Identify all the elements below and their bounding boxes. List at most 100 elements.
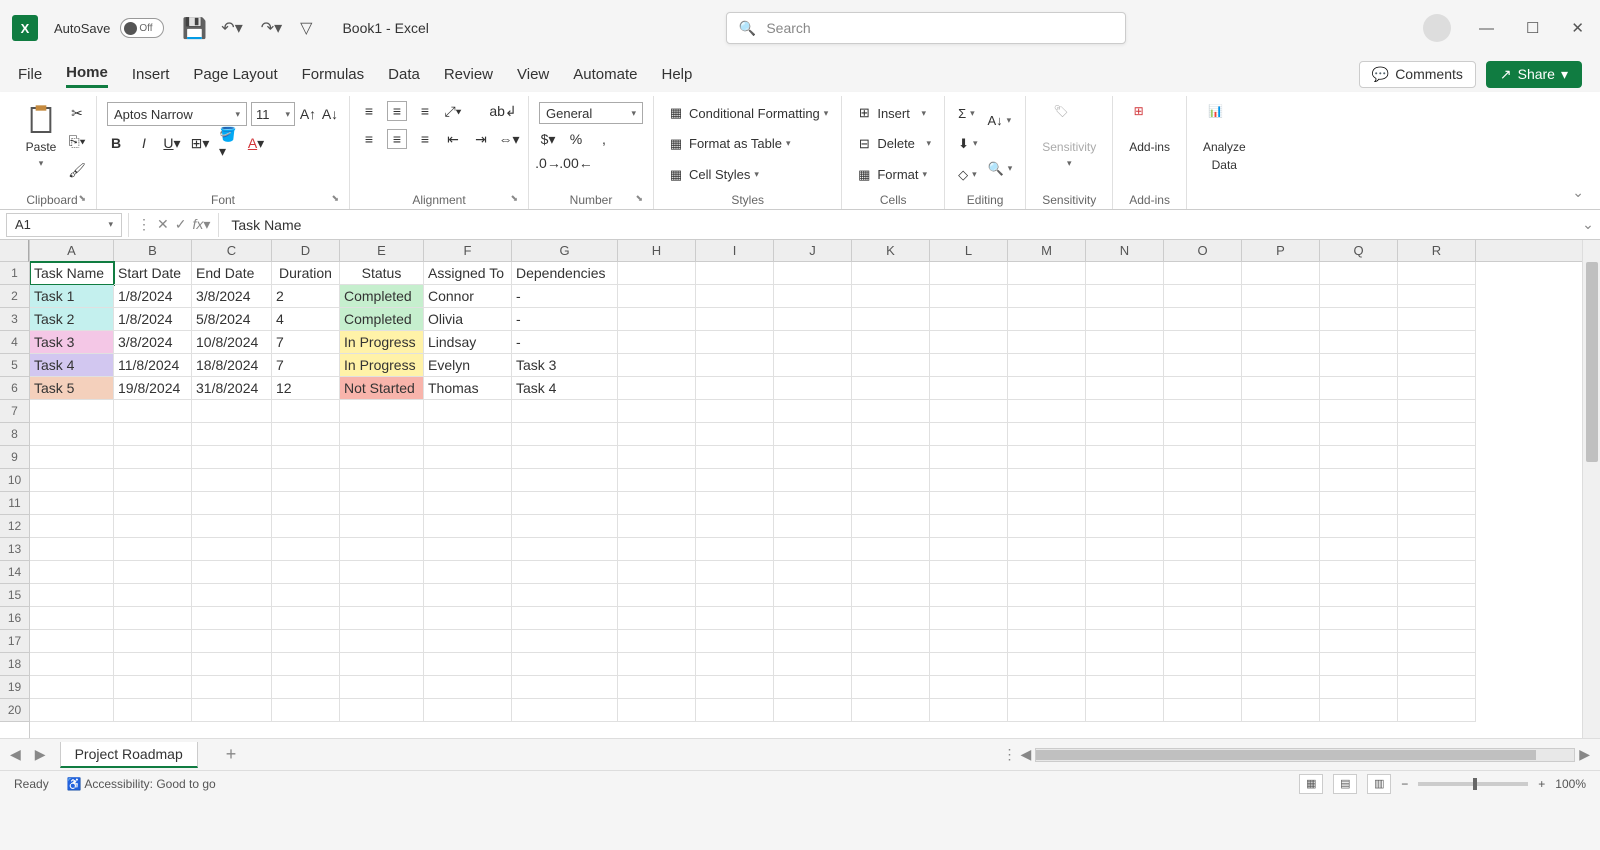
cell[interactable] (1398, 492, 1476, 515)
tab-file[interactable]: File (18, 62, 42, 87)
cell[interactable] (192, 538, 272, 561)
cell[interactable] (930, 492, 1008, 515)
cell[interactable]: Olivia (424, 308, 512, 331)
cell[interactable] (340, 492, 424, 515)
cell[interactable] (114, 515, 192, 538)
cell[interactable] (1398, 446, 1476, 469)
cell[interactable] (696, 653, 774, 676)
row-header[interactable]: 17 (0, 630, 29, 653)
accessibility-status[interactable]: ♿ Accessibility: Good to go (67, 777, 216, 791)
cell[interactable] (192, 469, 272, 492)
account-icon[interactable] (1423, 14, 1451, 42)
cell[interactable] (114, 676, 192, 699)
cell[interactable] (1164, 653, 1242, 676)
cell[interactable] (340, 607, 424, 630)
search-input[interactable]: 🔍 Search (726, 12, 1126, 44)
hscroll-right-button[interactable]: ▶ (1579, 746, 1590, 763)
cell[interactable] (1242, 584, 1320, 607)
cell[interactable] (930, 446, 1008, 469)
cell[interactable] (618, 285, 696, 308)
align-bottom-button[interactable]: ≡ (416, 102, 434, 120)
cell[interactable]: Task 3 (512, 354, 618, 377)
cell[interactable] (774, 354, 852, 377)
cell[interactable] (1164, 331, 1242, 354)
cell[interactable]: - (512, 331, 618, 354)
cell[interactable] (512, 538, 618, 561)
cell[interactable]: 7 (272, 354, 340, 377)
cell[interactable] (1086, 538, 1164, 561)
cell[interactable] (1008, 377, 1086, 400)
orientation-button[interactable]: ⤢▾ (444, 102, 462, 120)
cell[interactable] (340, 446, 424, 469)
cell[interactable] (114, 538, 192, 561)
cell[interactable] (1320, 584, 1398, 607)
cell[interactable] (774, 607, 852, 630)
cell[interactable] (1008, 331, 1086, 354)
cell[interactable]: Not Started (340, 377, 424, 400)
tab-formulas[interactable]: Formulas (302, 62, 365, 87)
cell[interactable] (1398, 262, 1476, 285)
cell[interactable] (192, 561, 272, 584)
borders-button[interactable]: ⊞▾ (191, 134, 209, 152)
sheet-next-button[interactable]: ▶ (35, 746, 46, 763)
cell[interactable] (852, 308, 930, 331)
cell[interactable] (618, 262, 696, 285)
cell[interactable] (1398, 538, 1476, 561)
cell[interactable]: Status (340, 262, 424, 285)
cell[interactable] (852, 699, 930, 722)
cell[interactable] (930, 607, 1008, 630)
insert-cells-button[interactable]: ⊞Insert ▾ (852, 103, 934, 123)
cell[interactable] (1008, 607, 1086, 630)
cell[interactable] (1164, 262, 1242, 285)
cell[interactable] (930, 377, 1008, 400)
cell[interactable] (774, 561, 852, 584)
cell[interactable] (1242, 308, 1320, 331)
tab-review[interactable]: Review (444, 62, 493, 87)
autosave-toggle[interactable]: Off (120, 18, 164, 38)
cell[interactable] (852, 676, 930, 699)
cell[interactable] (696, 607, 774, 630)
decrease-font-button[interactable]: A↓ (321, 105, 339, 123)
row-header[interactable]: 13 (0, 538, 29, 561)
cell[interactable]: Evelyn (424, 354, 512, 377)
cell[interactable] (424, 492, 512, 515)
cell[interactable] (512, 584, 618, 607)
cell[interactable] (1086, 699, 1164, 722)
scroll-thumb[interactable] (1036, 750, 1536, 760)
cell[interactable] (1008, 561, 1086, 584)
cell[interactable] (1242, 377, 1320, 400)
cell[interactable] (512, 423, 618, 446)
cell[interactable] (512, 400, 618, 423)
cell[interactable] (930, 584, 1008, 607)
cell[interactable]: - (512, 285, 618, 308)
cell[interactable] (272, 400, 340, 423)
cell[interactable] (1242, 653, 1320, 676)
cell[interactable] (930, 515, 1008, 538)
cell[interactable] (192, 607, 272, 630)
cell[interactable] (1008, 354, 1086, 377)
cell[interactable] (696, 492, 774, 515)
cell[interactable] (114, 446, 192, 469)
vertical-scrollbar[interactable] (1582, 240, 1600, 738)
row-header[interactable]: 12 (0, 515, 29, 538)
column-header[interactable]: O (1164, 240, 1242, 261)
cell[interactable] (512, 469, 618, 492)
cell[interactable] (1008, 262, 1086, 285)
cell[interactable] (774, 308, 852, 331)
cell[interactable] (272, 653, 340, 676)
cell[interactable] (272, 515, 340, 538)
close-button[interactable]: ✕ (1567, 15, 1588, 41)
cell[interactable] (1008, 630, 1086, 653)
cell[interactable] (696, 676, 774, 699)
row-header[interactable]: 14 (0, 561, 29, 584)
cell[interactable] (618, 699, 696, 722)
sensitivity-button[interactable]: 🏷 Sensitivity ▾ (1036, 102, 1102, 171)
cell[interactable] (852, 653, 930, 676)
cell[interactable] (774, 331, 852, 354)
merge-button[interactable]: ⇔▾ (500, 130, 518, 148)
cell[interactable] (114, 492, 192, 515)
cell[interactable]: 11/8/2024 (114, 354, 192, 377)
row-header[interactable]: 18 (0, 653, 29, 676)
cell[interactable] (272, 630, 340, 653)
cell[interactable] (1086, 607, 1164, 630)
